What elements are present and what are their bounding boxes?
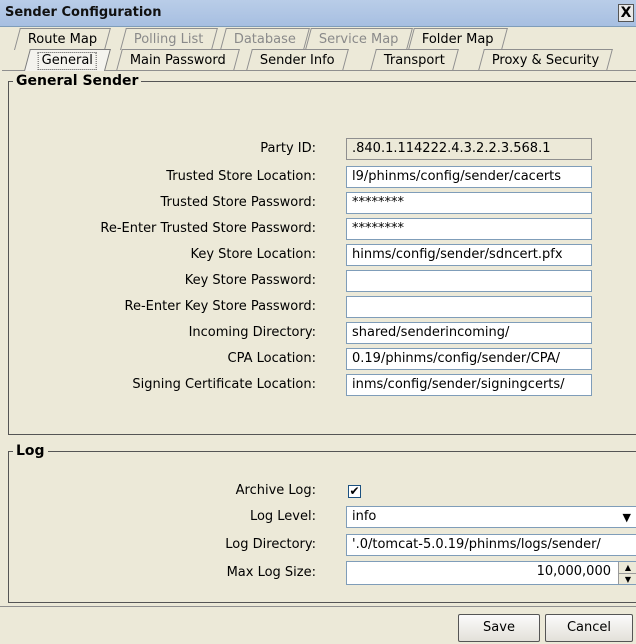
signing-certificate-location-label: Signing Certificate Location: [132,377,316,392]
tab-service-map[interactable]: Service Map [305,28,413,50]
max-log-size-value: 10,000,000 [536,564,611,579]
max-log-size-spinner[interactable]: 10,000,000 ▲ ▼ [346,561,636,585]
incoming-directory-field[interactable]: shared/senderincoming/ [346,322,592,344]
trusted-store-location-field[interactable]: l9/phinms/config/sender/cacerts [346,166,592,188]
general-sender-legend: General Sender [16,73,139,89]
party-id-label: Party ID: [260,141,316,156]
log-legend: Log [16,443,45,459]
key-store-password-field[interactable] [346,270,592,292]
reenter-trusted-store-password-label: Re-Enter Trusted Store Password: [100,221,316,236]
tab-folder-map[interactable]: Folder Map [408,28,508,50]
archive-log-checkbox[interactable]: ✔ [348,485,361,498]
cancel-button[interactable]: Cancel [545,614,633,642]
general-tab-panel: General Sender Party ID: .840.1.114222.4… [2,70,636,605]
tab-transport[interactable]: Transport [370,49,459,71]
tab-proxy-security[interactable]: Proxy & Security [478,49,614,71]
signing-certificate-location-field[interactable]: inms/config/sender/signingcerts/ [346,374,592,396]
spinner-buttons: ▲ ▼ [618,562,636,584]
window-title: Sender Configuration [5,5,162,20]
trusted-store-location-label: Trusted Store Location: [166,169,316,184]
key-store-location-label: Key Store Location: [190,247,316,262]
tab-route-map[interactable]: Route Map [14,28,112,50]
spin-down-icon[interactable]: ▼ [619,574,636,585]
save-button[interactable]: Save [458,614,540,642]
party-id-field: .840.1.114222.4.3.2.2.3.568.1 [346,138,592,160]
log-directory-field[interactable]: '.0/tomcat-5.0.19/phinms/logs/sender/ [346,534,636,556]
reenter-trusted-store-password-field[interactable]: ******** [346,218,592,240]
spin-up-icon[interactable]: ▲ [619,562,636,574]
tab-general[interactable]: General [24,49,112,71]
chevron-down-icon[interactable]: ▼ [623,508,631,528]
sender-configuration-window: Sender Configuration X Route Map Polling… [0,0,636,644]
archive-log-label: Archive Log: [235,483,316,498]
reenter-key-store-password-field[interactable] [346,296,592,318]
log-level-value: info [352,509,377,524]
cpa-location-label: CPA Location: [227,351,316,366]
log-directory-label: Log Directory: [225,537,316,552]
cpa-location-field[interactable]: 0.19/phinms/config/sender/CPA/ [346,348,592,370]
bottom-separator [0,606,636,607]
trusted-store-password-label: Trusted Store Password: [160,195,316,210]
close-button[interactable]: X [618,4,634,22]
tab-row-1: Route Map Polling List Database Service … [0,28,636,51]
max-log-size-label: Max Log Size: [226,565,316,580]
title-bar: Sender Configuration X [0,0,636,27]
tab-row-2: General Main Password Sender Info Transp… [0,49,636,72]
log-level-label: Log Level: [249,509,316,524]
tab-main-password[interactable]: Main Password [116,49,240,71]
key-store-location-field[interactable]: hinms/config/sender/sdncert.pfx [346,244,592,266]
log-level-select[interactable]: info ▼ [346,506,636,528]
tab-database[interactable]: Database [220,28,310,50]
tab-sender-info[interactable]: Sender Info [246,49,349,71]
key-store-password-label: Key Store Password: [184,273,316,288]
trusted-store-password-field[interactable]: ******** [346,192,592,214]
tab-polling-list[interactable]: Polling List [120,28,218,50]
incoming-directory-label: Incoming Directory: [188,325,316,340]
reenter-key-store-password-label: Re-Enter Key Store Password: [124,299,316,314]
